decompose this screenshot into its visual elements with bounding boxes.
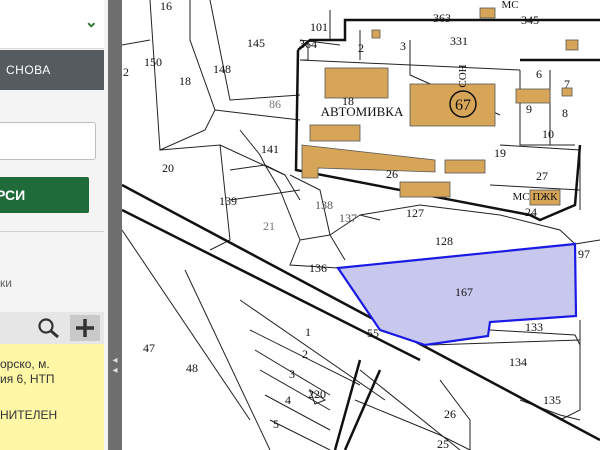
parcel-label: 55 <box>367 326 379 340</box>
parcel-label: 16 <box>160 0 172 13</box>
parcel-label: 2 <box>358 41 364 55</box>
parcel-label: 101 <box>310 20 328 34</box>
parcel-label: 136 <box>309 261 327 275</box>
panel-scrollbar[interactable]: ◂ ◂ <box>108 0 122 450</box>
parcel-label: 18 <box>179 74 191 88</box>
parcel-label: 138 <box>315 198 333 212</box>
parcel-label: 1 <box>305 325 311 339</box>
parcel-label: 150 <box>144 55 162 69</box>
parcel-label: 8 <box>562 106 568 120</box>
parcel-label: 135 <box>543 393 561 407</box>
parcel-label: 128 <box>435 234 453 248</box>
search-button[interactable]: РСИ <box>0 177 89 213</box>
result-card: орско, м. ия 6, НТП НИТЕЛЕН <box>0 312 104 450</box>
divider <box>0 231 104 232</box>
parcel-label: 4 <box>285 393 291 407</box>
area-label: МС <box>501 0 518 11</box>
left-panel: ⌄ СНОВА РСИ ки орско, м. ия 6, НТП НИТЕЛ… <box>0 0 109 450</box>
result-owner: НИТЕЛЕН <box>0 408 58 422</box>
parcel-label: 133 <box>525 320 543 334</box>
parcel-label: 67 <box>455 97 471 114</box>
parcel-label: 134 <box>509 355 527 369</box>
parcel-label: 6 <box>536 67 542 81</box>
layer-dropdown[interactable]: ⌄ <box>0 0 104 49</box>
collapse-arrow-icon[interactable]: ◂ ◂ <box>110 356 120 376</box>
result-address: орско, м. ия 6, НТП <box>0 357 104 387</box>
parcel-label: 331 <box>450 34 468 48</box>
map-canvas: 16 101 364 2 3 363 331 345 145 150 148 1… <box>122 0 600 450</box>
parcel-label: 345 <box>521 13 539 27</box>
parcel-label: 363 <box>433 11 451 25</box>
road-label: СОН <box>457 64 469 87</box>
search-input[interactable] <box>0 122 96 160</box>
cadastral-map[interactable]: 16 101 364 2 3 363 331 345 145 150 148 1… <box>122 0 600 450</box>
parcel-label: 19 <box>494 146 506 160</box>
selected-parcel-label: 167 <box>455 285 473 299</box>
parcel-label: 364 <box>299 37 317 51</box>
parcel-label: 97 <box>578 247 590 261</box>
options-link[interactable]: ки <box>0 276 12 290</box>
parcel-label: 145 <box>247 36 265 50</box>
area-label: МС ПЖК <box>512 191 558 203</box>
result-address-line-2: ия 6, НТП <box>0 372 55 386</box>
parcel-label: 21 <box>263 219 275 233</box>
parcel-label: 48 <box>186 361 198 375</box>
parcel-label: 127 <box>406 206 424 220</box>
result-address-line-1: орско, м. <box>0 357 50 371</box>
parcel-label: 7 <box>564 77 570 91</box>
parcel-label: 47 <box>143 341 155 355</box>
parcel-label: 137 <box>339 211 357 225</box>
parcel-label: 139 <box>219 194 237 208</box>
parcel-label: 26 <box>444 407 456 421</box>
chevron-down-icon[interactable]: ⌄ <box>85 12 98 32</box>
parcel-label: 3 <box>289 367 295 381</box>
parcel-label: 24 <box>525 205 537 219</box>
parcel-label: 9 <box>526 102 532 116</box>
parcel-label: 20 <box>162 161 174 175</box>
parcel-label: 5 <box>273 417 279 431</box>
parcel-label: 27 <box>536 169 548 183</box>
parcel-label: 2 <box>302 347 308 361</box>
parcel-label: 3 <box>400 39 406 53</box>
zoom-icon[interactable] <box>37 317 61 339</box>
parcel-label: 141 <box>261 142 279 156</box>
parcel-label: 86 <box>269 97 281 111</box>
parcel-label: 10 <box>542 127 554 141</box>
result-toolbar <box>0 312 104 344</box>
basis-button[interactable]: СНОВА <box>0 50 104 90</box>
parcel-label: 26 <box>386 167 398 181</box>
area-label: АВТОМИВКА <box>321 104 404 119</box>
parcel-label: 2 <box>123 65 129 79</box>
parcel-label: 148 <box>213 62 231 76</box>
add-icon[interactable] <box>70 315 100 341</box>
parcel-label: 25 <box>437 437 449 450</box>
parcel-label: 220 <box>308 387 326 401</box>
